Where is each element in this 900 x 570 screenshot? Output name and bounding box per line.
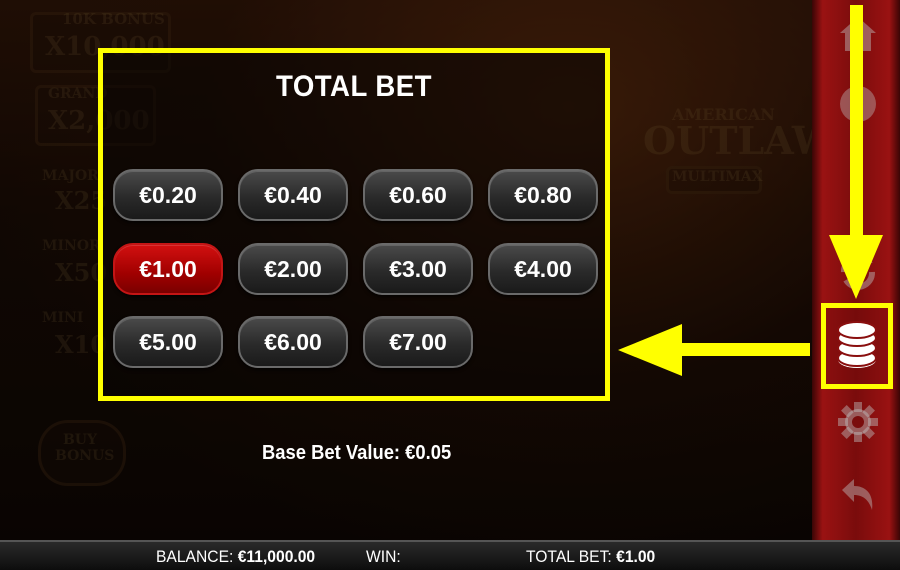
win-label: WIN: [366, 547, 401, 566]
bet-option-7.00[interactable]: €7.00 [363, 316, 473, 368]
panel-title: TOTAL BET [276, 70, 432, 103]
balance-label: BALANCE: [156, 547, 234, 566]
arrow-left-head [618, 324, 682, 376]
total-bet-menu-button[interactable] [821, 303, 893, 389]
bet-option-2.00[interactable]: €2.00 [238, 243, 348, 295]
total-bet-label: TOTAL BET: [526, 547, 612, 566]
balance: BALANCE: €11,000.00 [156, 547, 315, 567]
bet-option-0.60[interactable]: €0.60 [363, 169, 473, 221]
back-icon[interactable] [836, 474, 880, 518]
arrow-left-shaft [680, 343, 810, 356]
bet-option-1.00-selected[interactable]: €1.00 [113, 243, 223, 295]
base-bet-value: Base Bet Value: €0.05 [262, 442, 452, 464]
bet-option-5.00[interactable]: €5.00 [113, 316, 223, 368]
win: WIN: [366, 547, 401, 567]
bet-option-4.00[interactable]: €4.00 [488, 243, 598, 295]
gear-icon[interactable] [836, 400, 880, 444]
chips-icon [837, 321, 877, 368]
bet-option-3.00[interactable]: €3.00 [363, 243, 473, 295]
balance-value: €11,000.00 [237, 547, 316, 566]
bet-option-0.20[interactable]: €0.20 [113, 169, 223, 221]
arrow-down-head [829, 235, 883, 299]
bet-option-0.80[interactable]: €0.80 [488, 169, 598, 221]
arrow-down-shaft [850, 5, 863, 237]
total-bet: TOTAL BET: €1.00 [526, 547, 655, 567]
total-bet-value: €1.00 [616, 547, 656, 566]
bet-option-6.00[interactable]: €6.00 [238, 316, 348, 368]
status-bar: BALANCE: €11,000.00 WIN: TOTAL BET: €1.0… [0, 540, 900, 570]
bet-option-0.40[interactable]: €0.40 [238, 169, 348, 221]
